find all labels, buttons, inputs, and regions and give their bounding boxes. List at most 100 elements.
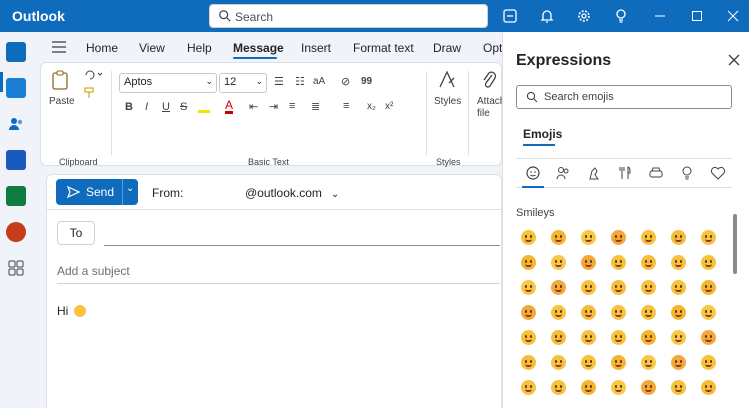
emoji-button[interactable] xyxy=(671,330,686,345)
animals-icon[interactable] xyxy=(586,165,602,181)
emoji-button[interactable] xyxy=(521,330,536,345)
mail-icon[interactable] xyxy=(6,42,26,62)
superscript-button[interactable]: x² xyxy=(385,101,393,112)
format-painter-icon[interactable] xyxy=(83,87,95,99)
emoji-button[interactable] xyxy=(551,255,566,270)
hamburger-icon[interactable] xyxy=(52,41,66,53)
to-button[interactable]: To xyxy=(57,221,95,245)
emoji-button[interactable] xyxy=(701,305,716,320)
emoji-button[interactable] xyxy=(551,380,566,395)
excel-icon[interactable] xyxy=(6,186,26,206)
emoji-button[interactable] xyxy=(641,230,656,245)
emoji-button[interactable] xyxy=(671,380,686,395)
tab-draw[interactable]: Draw xyxy=(433,41,461,55)
quote-button[interactable]: 99 xyxy=(361,76,372,87)
emoji-button[interactable] xyxy=(581,330,596,345)
highlight-icon[interactable] xyxy=(198,103,210,113)
emoji-button[interactable] xyxy=(641,280,656,295)
emoji-button[interactable] xyxy=(701,230,716,245)
font-name-select[interactable]: Aptos ⌄ xyxy=(119,73,217,93)
strikethrough-button[interactable]: S xyxy=(180,101,187,113)
emoji-button[interactable] xyxy=(671,305,686,320)
emoji-button[interactable] xyxy=(701,255,716,270)
emoji-button[interactable] xyxy=(551,355,566,370)
tab-options[interactable]: Opt xyxy=(483,41,502,55)
powerpoint-icon[interactable] xyxy=(6,222,26,242)
notes-icon[interactable] xyxy=(501,7,519,25)
emoji-button[interactable] xyxy=(521,255,536,270)
styles-icon[interactable] xyxy=(437,69,457,91)
emoji-button[interactable] xyxy=(611,330,626,345)
tab-insert[interactable]: Insert xyxy=(301,41,331,55)
bell-icon[interactable] xyxy=(538,7,556,25)
emoji-button[interactable] xyxy=(551,305,566,320)
apps-icon[interactable] xyxy=(6,258,26,278)
styles-button-label[interactable]: Styles xyxy=(434,96,461,107)
objects-icon[interactable] xyxy=(679,165,695,181)
emoji-button[interactable] xyxy=(581,230,596,245)
food-icon[interactable] xyxy=(617,165,633,181)
word-icon[interactable] xyxy=(6,150,26,170)
tab-help[interactable]: Help xyxy=(187,41,212,55)
gear-icon[interactable] xyxy=(575,7,593,25)
tab-home[interactable]: Home xyxy=(86,41,118,55)
calendar-icon[interactable] xyxy=(6,78,26,98)
search-box[interactable]: Search xyxy=(209,4,488,28)
tab-format-text[interactable]: Format text xyxy=(353,41,414,55)
bullets-icon[interactable]: ☰ xyxy=(274,75,284,88)
emoji-button[interactable] xyxy=(551,330,566,345)
emoji-button[interactable] xyxy=(671,255,686,270)
bold-button[interactable]: B xyxy=(125,101,133,113)
emoji-button[interactable] xyxy=(611,305,626,320)
minimize-icon[interactable] xyxy=(649,6,671,26)
smileys-icon[interactable] xyxy=(525,165,541,181)
emoji-button[interactable] xyxy=(551,230,566,245)
undo-icon[interactable] xyxy=(82,69,104,81)
font-color-icon[interactable]: A xyxy=(225,99,234,114)
emoji-button[interactable] xyxy=(611,230,626,245)
numbering-icon[interactable]: ☷ xyxy=(295,75,305,88)
emoji-button[interactable] xyxy=(581,355,596,370)
symbols-icon[interactable] xyxy=(710,165,726,181)
panel-scrollbar[interactable] xyxy=(733,214,737,274)
emoji-button[interactable] xyxy=(611,255,626,270)
subject-field[interactable]: Add a subject xyxy=(57,264,130,278)
travel-icon[interactable] xyxy=(648,165,664,181)
underline-button[interactable]: U xyxy=(162,101,170,113)
send-options-button[interactable]: ⌄ xyxy=(122,179,138,205)
emoji-button[interactable] xyxy=(581,380,596,395)
emoji-button[interactable] xyxy=(701,330,716,345)
emoji-button[interactable] xyxy=(521,280,536,295)
emoji-button[interactable] xyxy=(701,280,716,295)
close-window-icon[interactable] xyxy=(722,6,744,26)
emoji-button[interactable] xyxy=(611,280,626,295)
emoji-button[interactable] xyxy=(581,305,596,320)
increase-indent-icon[interactable]: ⇥ xyxy=(269,100,278,113)
emoji-button[interactable] xyxy=(701,380,716,395)
emoji-button[interactable] xyxy=(611,355,626,370)
to-field[interactable] xyxy=(104,245,500,246)
subscript-button[interactable]: x₂ xyxy=(367,101,376,112)
italic-button[interactable]: I xyxy=(145,101,148,113)
from-account[interactable]: @outlook.com ⌄ xyxy=(245,186,339,200)
attach-label-file[interactable]: file xyxy=(477,108,490,119)
emoji-button[interactable] xyxy=(581,280,596,295)
emoji-button[interactable] xyxy=(521,305,536,320)
line-spacing-icon[interactable]: ≣ xyxy=(311,100,320,113)
emoji-button[interactable] xyxy=(671,355,686,370)
emoji-button[interactable] xyxy=(581,255,596,270)
emoji-button[interactable] xyxy=(671,280,686,295)
paragraph-icon[interactable]: ≡ xyxy=(343,100,349,112)
message-body[interactable]: Hi xyxy=(57,304,86,318)
decrease-indent-icon[interactable]: ⇤ xyxy=(249,100,258,113)
text-size-button[interactable]: aA xyxy=(313,76,325,87)
paste-label[interactable]: Paste xyxy=(49,96,75,107)
maximize-icon[interactable] xyxy=(686,6,708,26)
emoji-button[interactable] xyxy=(641,380,656,395)
emoji-button[interactable] xyxy=(641,305,656,320)
emoji-button[interactable] xyxy=(521,380,536,395)
tab-emojis[interactable]: Emojis xyxy=(523,127,562,141)
lightbulb-icon[interactable] xyxy=(612,7,630,25)
close-icon[interactable] xyxy=(727,53,741,67)
emoji-button[interactable] xyxy=(611,380,626,395)
